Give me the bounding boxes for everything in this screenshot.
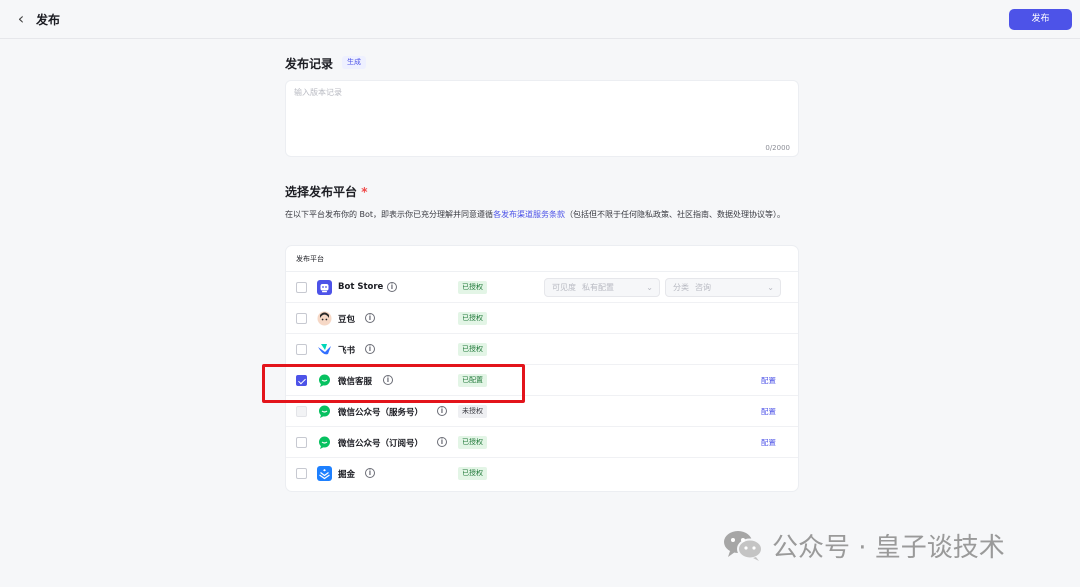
platform-checkbox[interactable] <box>296 375 307 386</box>
watermark: 公众号 · 皇子谈技术 <box>722 525 1005 565</box>
visibility-value: 私有配置 <box>582 283 614 292</box>
table-header: 发布平台 <box>286 246 798 272</box>
page-title: 发布 <box>36 13 61 27</box>
wechat-logo-icon <box>722 528 764 562</box>
platform-title-text: 选择发布平台 <box>285 185 358 199</box>
table-row: 微信公众号（服务号） i 未授权 配置 <box>286 396 798 427</box>
platform-table: 发布平台 Bot Store i 已授权 可见度 私有配置 ⌄ 分类 咨询 ⌄ 豆包 i 已授权 飞书 i… <box>285 245 799 492</box>
platform-checkbox[interactable] <box>296 344 307 355</box>
top-bar: ‹ 发布 发布 <box>0 0 1080 39</box>
required-mark: * <box>361 185 368 199</box>
wechat-icon <box>317 373 332 388</box>
chevron-down-icon: ⌄ <box>646 283 653 292</box>
platform-checkbox[interactable] <box>296 437 307 448</box>
juejin-icon <box>317 466 332 481</box>
chevron-down-icon: ⌄ <box>767 283 774 292</box>
info-icon[interactable]: i <box>365 468 375 478</box>
info-icon[interactable]: i <box>387 282 397 292</box>
status-badge: 已授权 <box>458 436 487 449</box>
config-link[interactable]: 配置 <box>761 375 776 386</box>
status-badge: 已授权 <box>458 343 487 356</box>
platform-name: Bot Store <box>338 282 384 292</box>
platform-description: 在以下平台发布你的 Bot，即表示你已充分理解并同意遵循各发布渠道服务条款（包括… <box>285 208 799 222</box>
platform-checkbox[interactable] <box>296 468 307 479</box>
table-row: 微信公众号（订阅号） i 已授权 配置 <box>286 427 798 458</box>
desc-suffix: （包括但不限于任何隐私政策、社区指南、数据处理协议等）。 <box>565 210 786 219</box>
desc-prefix: 在以下平台发布你的 Bot，即表示你已充分理解并同意遵循 <box>285 210 494 219</box>
status-badge: 已授权 <box>458 281 487 294</box>
status-badge: 已授权 <box>458 312 487 325</box>
info-icon[interactable]: i <box>365 313 375 323</box>
info-icon[interactable]: i <box>437 406 447 416</box>
bot-store-icon <box>317 280 332 295</box>
table-row: 掘金 i 已授权 <box>286 458 798 489</box>
config-link[interactable]: 配置 <box>761 406 776 417</box>
wechat-icon <box>317 404 332 419</box>
platform-name: 微信公众号（服务号） <box>338 408 424 418</box>
record-title: 发布记录 <box>285 57 334 71</box>
doubao-icon <box>317 311 332 326</box>
platform-rows: Bot Store i 已授权 可见度 私有配置 ⌄ 分类 咨询 ⌄ 豆包 i 已授权 飞书 i 已授权 微信… <box>286 272 798 489</box>
visibility-select[interactable]: 可见度 私有配置 ⌄ <box>544 278 660 297</box>
platform-name: 微信客服 <box>338 377 373 387</box>
info-icon[interactable]: i <box>365 344 375 354</box>
platform-name: 飞书 <box>338 346 356 356</box>
generate-button[interactable]: 生成 <box>342 56 366 69</box>
status-badge: 未授权 <box>458 405 487 418</box>
info-icon[interactable]: i <box>437 437 447 447</box>
platform-name: 微信公众号（订阅号） <box>338 439 424 449</box>
table-row: Bot Store i 已授权 可见度 私有配置 ⌄ 分类 咨询 ⌄ <box>286 272 798 303</box>
config-link[interactable]: 配置 <box>761 437 776 448</box>
platform-checkbox[interactable] <box>296 282 307 293</box>
table-row: 豆包 i 已授权 <box>286 303 798 334</box>
platform-name: 豆包 <box>338 315 356 325</box>
status-badge: 已配置 <box>458 374 487 387</box>
platform-name: 掘金 <box>338 470 356 480</box>
chevron-left-icon[interactable]: ‹ <box>12 9 30 29</box>
table-row: 飞书 i 已授权 <box>286 334 798 365</box>
platform-checkbox <box>296 406 307 417</box>
terms-link[interactable]: 各发布渠道服务条款 <box>493 210 565 219</box>
version-record-box: 0/2000 <box>285 80 799 157</box>
visibility-label: 可见度 <box>552 283 576 292</box>
status-badge: 已授权 <box>458 467 487 480</box>
category-select[interactable]: 分类 咨询 ⌄ <box>665 278 781 297</box>
platform-section-title: 选择发布平台 * <box>285 183 367 200</box>
publish-button[interactable]: 发布 <box>1009 9 1072 30</box>
info-icon[interactable]: i <box>383 375 393 385</box>
table-row: 微信客服 i 已配置 配置 <box>286 365 798 396</box>
char-counter: 0/2000 <box>765 144 790 152</box>
platform-checkbox[interactable] <box>296 313 307 324</box>
feishu-icon <box>317 342 332 357</box>
wechat-icon <box>317 435 332 450</box>
category-value: 咨询 <box>695 283 711 292</box>
version-record-input[interactable] <box>286 81 798 156</box>
watermark-text: 公众号 · 皇子谈技术 <box>772 532 1005 563</box>
category-label: 分类 <box>673 283 689 292</box>
